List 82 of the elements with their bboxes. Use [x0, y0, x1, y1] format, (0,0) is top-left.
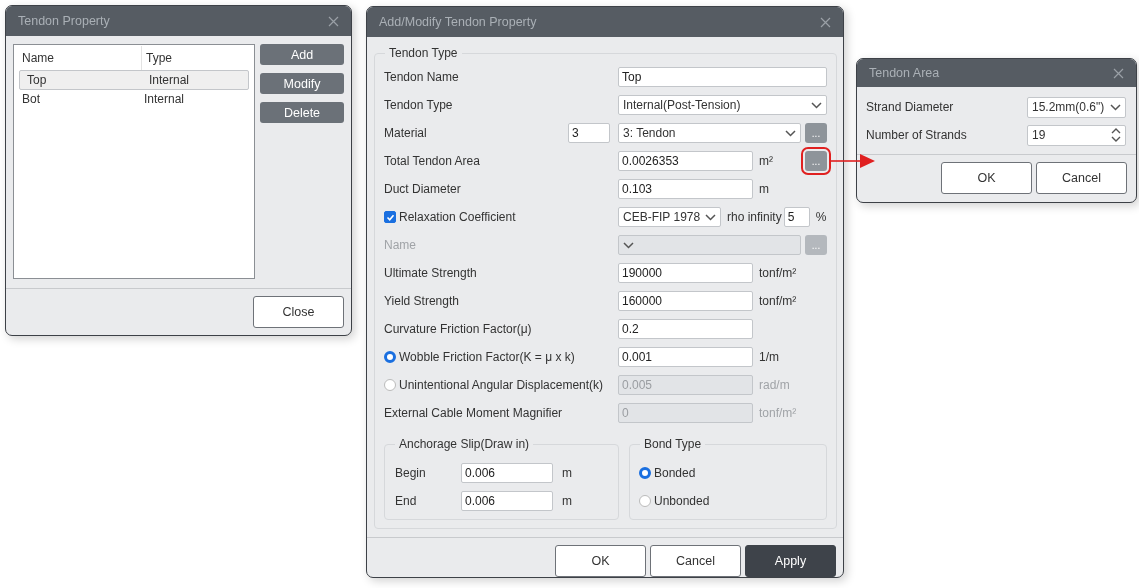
field-label: Ultimate Strength — [384, 266, 477, 280]
spinner-arrows-icon[interactable] — [1111, 127, 1121, 143]
input-field[interactable]: 3 — [568, 123, 610, 143]
option-label: Bonded — [654, 466, 696, 480]
action-button[interactable]: Modify — [260, 73, 344, 94]
list-row[interactable]: Top Internal — [19, 70, 249, 90]
unit-label: tonf/m² — [759, 266, 797, 280]
unit-label: m² — [759, 154, 773, 168]
dropdown[interactable]: 15.2mm(0.6") — [1027, 96, 1126, 118]
dialog-button[interactable]: OK — [555, 545, 646, 577]
field-label: Material — [384, 126, 427, 140]
field-label: Unintentional Angular Displacement(k) — [399, 378, 604, 392]
field-label: Name — [384, 238, 416, 252]
table-cell-text: Top — [26, 73, 48, 87]
input-field[interactable]: 0.006 — [461, 491, 553, 511]
close-button[interactable]: Close — [253, 296, 344, 328]
field-label: Begin — [395, 466, 427, 480]
group-title: Anchorage Slip(Draw in) — [395, 437, 534, 451]
dropdown[interactable]: Internal(Post-Tension) — [618, 95, 827, 115]
dropdown[interactable]: CEB-FIP 1978 — [618, 207, 721, 227]
spin-box[interactable]: 19 — [1027, 124, 1126, 146]
unit-label: rad/m — [759, 378, 790, 392]
close-icon[interactable] — [328, 15, 339, 27]
field-label: Wobble Friction Factor(K = μ x k) — [399, 350, 575, 364]
caret-icon — [811, 101, 822, 109]
unit-label: m — [759, 182, 769, 196]
input-field[interactable]: 5 — [783, 207, 810, 227]
dialog-button[interactable]: Cancel — [650, 545, 741, 577]
unit-label: m — [562, 466, 572, 480]
unit-label: tonf/m² — [759, 294, 797, 308]
caret-icon — [705, 213, 716, 221]
radio-button[interactable] — [639, 467, 651, 479]
input-field[interactable]: 190000 — [618, 263, 753, 283]
field-label: rho infinity — [727, 210, 782, 224]
input-field[interactable]: 0.103 — [618, 179, 753, 199]
dialog-button[interactable]: OK — [941, 162, 1032, 194]
unit-label: 1/m — [759, 350, 779, 364]
caret-icon — [623, 241, 634, 249]
dropdown[interactable]: 3: Tendon — [618, 123, 801, 143]
field-label: Tendon Type — [384, 98, 453, 112]
input-field[interactable]: 160000 — [618, 291, 753, 311]
field-label: Curvature Friction Factor(μ) — [384, 322, 532, 336]
window-title: Tendon Area — [869, 66, 940, 80]
field-label: Yield Strength — [384, 294, 459, 308]
table-cell-text: Bot — [21, 92, 41, 106]
input-field[interactable]: 0.2 — [618, 319, 753, 339]
unit-label: m — [562, 494, 572, 508]
dialog-button[interactable]: Apply — [745, 545, 836, 577]
window-title: Tendon Property — [18, 14, 110, 28]
close-icon[interactable] — [1113, 67, 1124, 79]
action-button[interactable]: Delete — [260, 102, 344, 123]
field-label: Number of Strands — [866, 128, 967, 142]
input-field[interactable]: 0.006 — [461, 463, 553, 483]
unit-label: % — [815, 210, 827, 224]
group-title: Tendon Type — [385, 46, 462, 60]
field-label: Duct Diameter — [384, 182, 461, 196]
group-title: Bond Type — [640, 437, 706, 451]
field-label: External Cable Moment Magnifier — [384, 406, 563, 420]
column-header: Name — [21, 51, 55, 65]
field-label: Tendon Name — [384, 70, 459, 84]
checkbox[interactable] — [384, 211, 396, 223]
annotation-arrow — [829, 154, 875, 168]
table-cell-text: Internal — [143, 92, 186, 106]
field-label: Strand Diameter — [866, 100, 954, 114]
input-field[interactable]: 0.0026353 — [618, 151, 753, 171]
field-label: Relaxation Coefficient — [399, 210, 516, 224]
action-button[interactable]: Add — [260, 44, 344, 65]
close-icon[interactable] — [820, 16, 831, 28]
window-title: Add/Modify Tendon Property — [379, 15, 537, 29]
dialog-button[interactable]: Cancel — [1036, 162, 1127, 194]
radio-button[interactable] — [639, 495, 651, 507]
caret-icon — [785, 129, 796, 137]
option-label: Unbonded — [654, 494, 710, 508]
unit-label: tonf/m² — [759, 406, 797, 420]
radio-button[interactable] — [384, 351, 396, 363]
input-field[interactable]: 0.001 — [618, 347, 753, 367]
caret-icon — [1110, 103, 1121, 111]
input-field[interactable]: Top — [618, 67, 827, 87]
field-label: End — [395, 494, 418, 508]
field-label: Total Tendon Area — [384, 154, 480, 168]
table-cell-text: Internal — [148, 73, 191, 87]
list-row[interactable]: Bot Internal — [19, 90, 249, 108]
